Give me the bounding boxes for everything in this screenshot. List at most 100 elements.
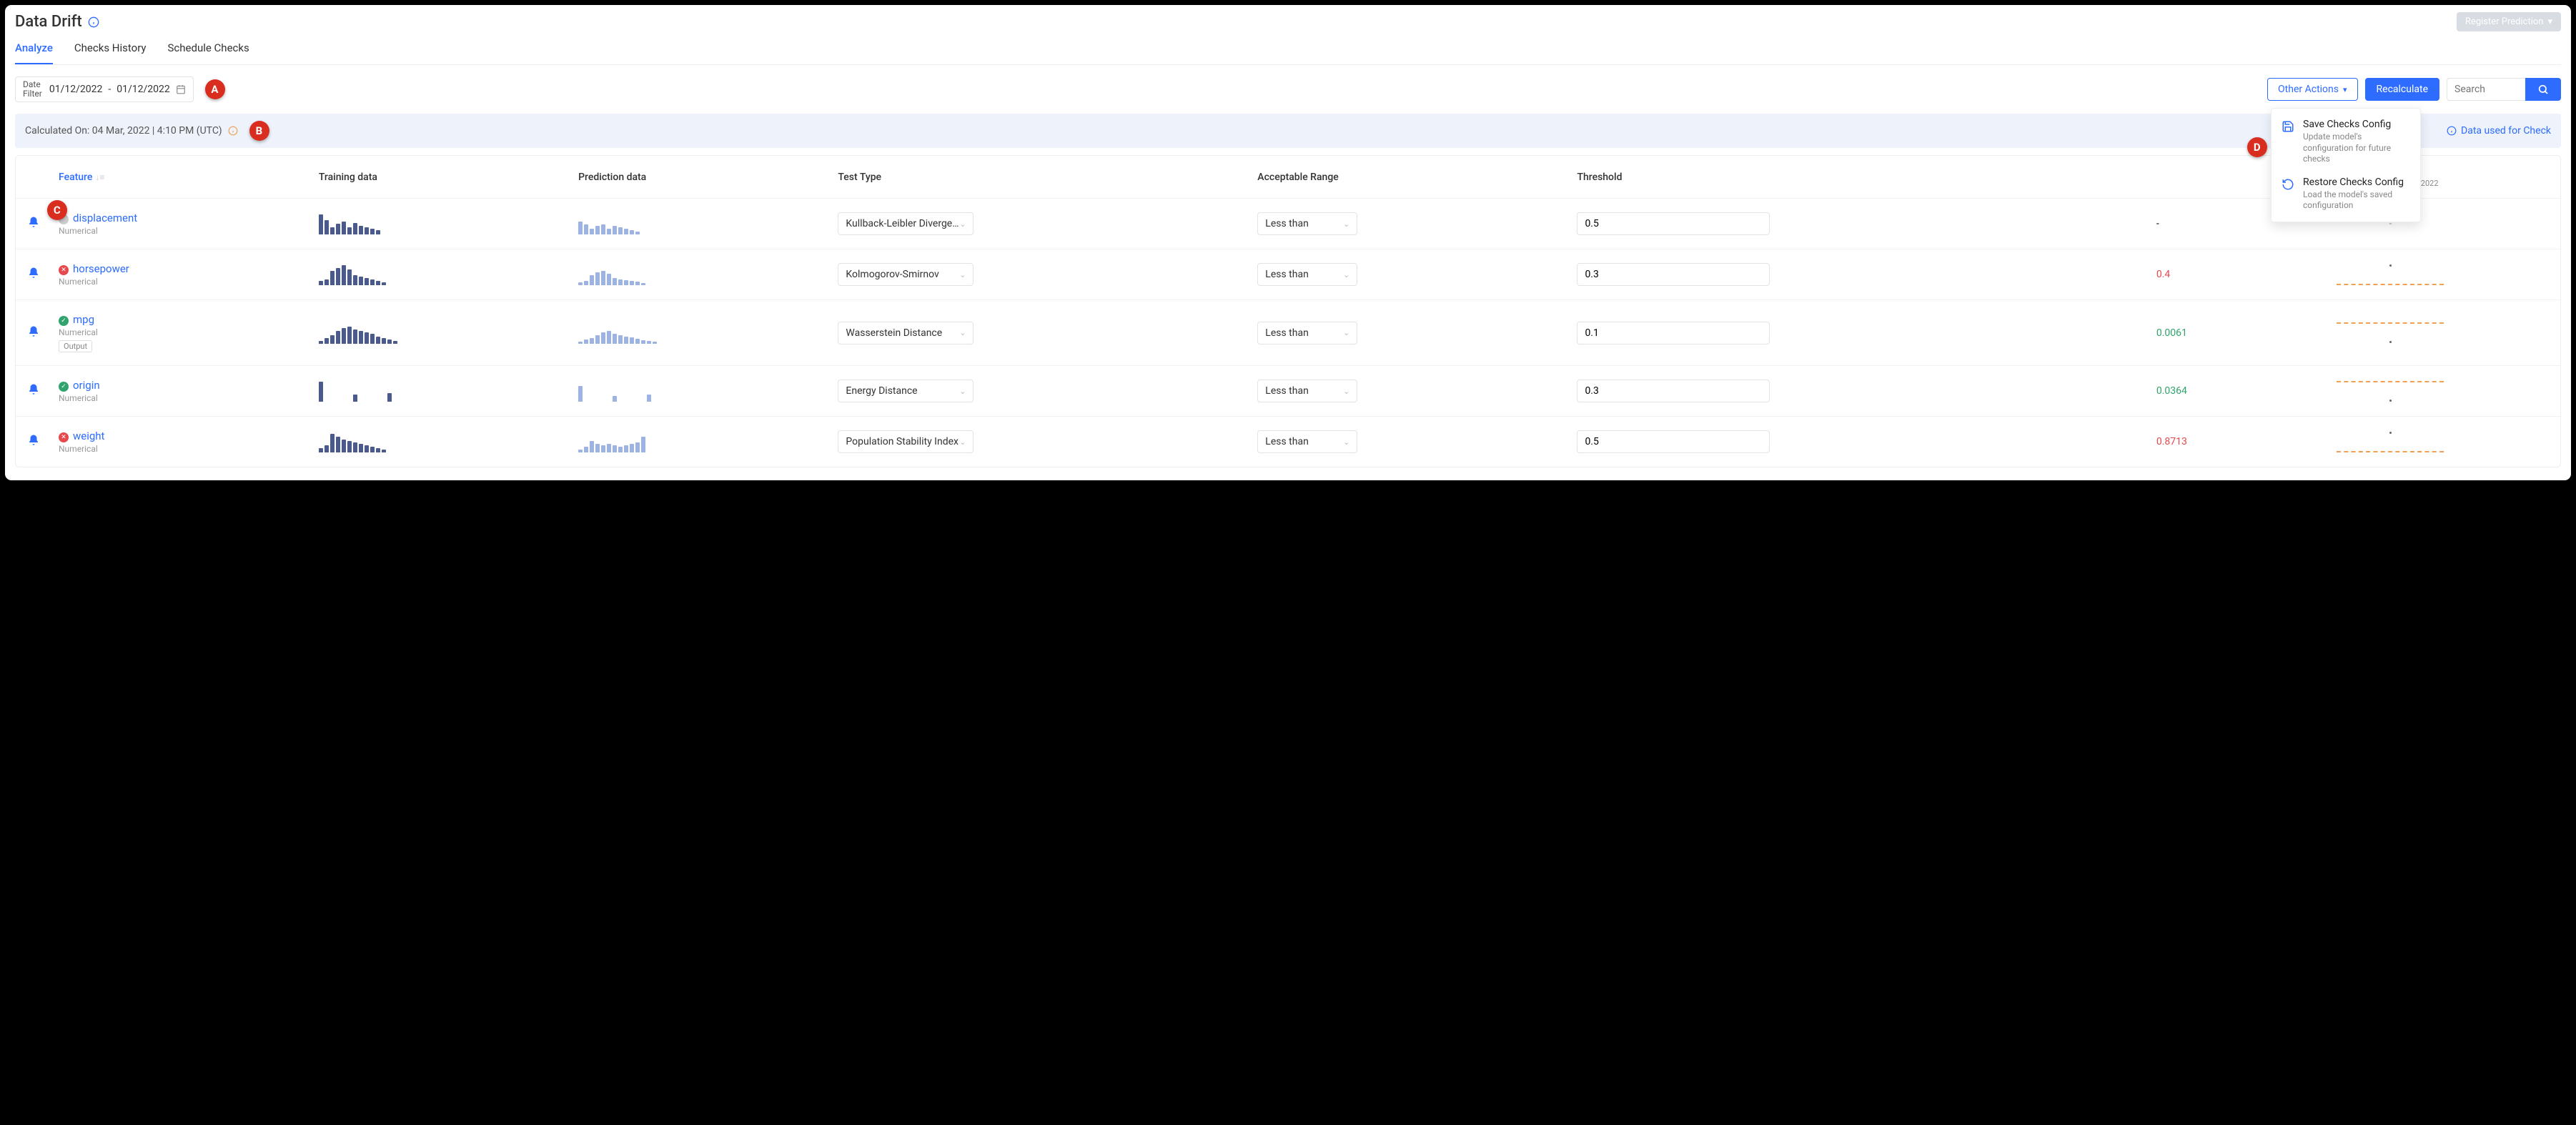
other-actions-button[interactable]: Other Actions ▾ [2267,78,2357,101]
info-icon[interactable] [88,16,99,28]
chevron-down-icon: ⌄ [1343,270,1349,279]
chevron-down-icon: ⌄ [1343,328,1349,337]
bell-icon[interactable] [27,216,40,229]
feature-type: Numerical [59,277,304,287]
training-sparkline [312,366,571,417]
status-pass-icon: ✓ [59,316,69,326]
chevron-down-icon: ⌄ [1343,437,1349,447]
test-type-select[interactable]: Kullback-Leibler Diverge…⌄ [838,212,974,235]
score-value: 0.0061 [2156,327,2187,339]
feature-name[interactable]: displacement [73,212,137,224]
col-range: Acceptable Range [1250,156,1570,199]
prediction-sparkline [571,300,831,366]
feature-name[interactable]: origin [73,379,100,392]
training-sparkline [312,199,571,249]
feature-name[interactable]: weight [73,430,104,442]
dropdown-restore-desc: Load the model's saved configuration [2303,189,2410,212]
tab-checks-history[interactable]: Checks History [74,37,147,64]
test-type-select[interactable]: Kolmogorov-Smirnov⌄ [838,263,974,286]
prediction-sparkline [571,366,831,417]
test-type-select[interactable]: Energy Distance⌄ [838,380,974,402]
register-prediction-button: Register Prediction ▾ [2457,12,2561,31]
feature-type: Numerical [59,226,304,236]
dropdown-restore-title: Restore Checks Config [2303,177,2410,188]
info-icon[interactable] [228,126,238,136]
bell-icon[interactable] [27,325,40,338]
other-actions-dropdown: Save Checks Config Update model's config… [2271,108,2421,222]
chevron-down-icon: ⌄ [1343,219,1349,229]
register-prediction-label: Register Prediction [2465,16,2544,27]
threshold-input[interactable] [1577,212,1770,235]
tab-analyze[interactable]: Analyze [15,37,53,64]
caret-down-icon: ▾ [2547,16,2552,27]
score-value: - [2156,218,2159,229]
calculated-on-text: Calculated On: 04 Mar, 2022 | 4:10 PM (U… [25,125,222,137]
date-sep: - [108,84,111,95]
chevron-down-icon: ⌄ [959,219,966,229]
other-actions-label: Other Actions [2278,84,2339,95]
sort-icon: ↓≡ [95,172,104,182]
annotation-d: D [2247,137,2267,157]
range-select[interactable]: Less than⌄ [1257,430,1357,453]
score-value: 0.0364 [2156,385,2187,397]
data-used-label: Data used for Check [2461,125,2551,137]
search-input[interactable] [2447,78,2525,101]
chevron-down-icon: ⌄ [959,270,966,279]
calendar-icon[interactable] [176,84,186,94]
col-feature[interactable]: Feature↓≡ [51,156,312,199]
search-button[interactable] [2525,78,2561,101]
chevron-down-icon: ⌄ [959,437,966,447]
caret-down-icon: ▾ [2343,85,2347,94]
test-type-select[interactable]: Population Stability Index⌄ [838,430,974,453]
search-icon [2537,84,2549,95]
range-select[interactable]: Less than⌄ [1257,263,1357,286]
score-value: 0.8713 [2156,436,2187,447]
status-fail-icon: ✕ [59,432,69,442]
prediction-sparkline [571,199,831,249]
date-filter[interactable]: Date Filter 01/12/2022 - 01/12/2022 [15,76,194,102]
status-pass-icon: ✓ [59,382,69,392]
threshold-input[interactable] [1577,263,1770,286]
info-icon [2447,126,2457,136]
restore-icon [2282,178,2294,191]
dropdown-save-desc: Update model's configuration for future … [2303,132,2410,165]
training-sparkline [312,300,571,366]
feature-name[interactable]: horsepower [73,262,129,275]
range-select[interactable]: Less than⌄ [1257,380,1357,402]
threshold-input[interactable] [1577,380,1770,402]
trend-sparkline [2221,417,2560,467]
range-select[interactable]: Less than⌄ [1257,322,1357,345]
dropdown-item-restore-config[interactable]: Restore Checks Config Load the model's s… [2272,171,2420,217]
feature-type: Numerical [59,327,304,337]
table-row: ✓ mpgNumerical Output Wasserstein Distance⌄… [16,300,2560,366]
table-row: ✕ horsepower Numerical Kolmogorov-Smirnov⌄ L… [16,249,2560,300]
chevron-down-icon: ⌄ [959,387,966,396]
prediction-sparkline [571,249,831,300]
data-used-link[interactable]: Data used for Check [2447,125,2551,137]
date-to: 01/12/2022 [117,84,170,95]
recalculate-button[interactable]: Recalculate [2365,78,2439,101]
test-type-select[interactable]: Wasserstein Distance⌄ [838,322,974,345]
trend-sparkline [2221,300,2560,366]
feature-name[interactable]: mpg [73,313,94,326]
dropdown-item-save-config[interactable]: Save Checks Config Update model's config… [2272,113,2420,171]
table-row: ✓originNumericalEnergy Distance⌄Less tha… [16,366,2560,417]
prediction-sparkline [571,417,831,467]
feature-type: Numerical [59,444,304,454]
page-title: Data Drift [15,13,82,31]
status-fail-icon: ✕ [59,265,69,275]
bell-icon[interactable] [27,434,40,447]
dropdown-save-title: Save Checks Config [2303,119,2410,130]
threshold-input[interactable] [1577,430,1770,453]
chevron-down-icon: ⌄ [1343,387,1349,396]
threshold-input[interactable] [1577,322,1770,345]
table-row: ✕ weight Numerical Population Stability Ind… [16,417,2560,467]
col-threshold: Threshold [1570,156,2149,199]
chevron-down-icon: ⌄ [959,328,966,337]
save-icon [2282,120,2294,133]
bell-icon[interactable] [27,267,40,279]
tab-schedule-checks[interactable]: Schedule Checks [168,37,249,64]
output-tag: Output [59,340,92,352]
range-select[interactable]: Less than⌄ [1257,212,1357,235]
bell-icon[interactable] [27,383,40,396]
